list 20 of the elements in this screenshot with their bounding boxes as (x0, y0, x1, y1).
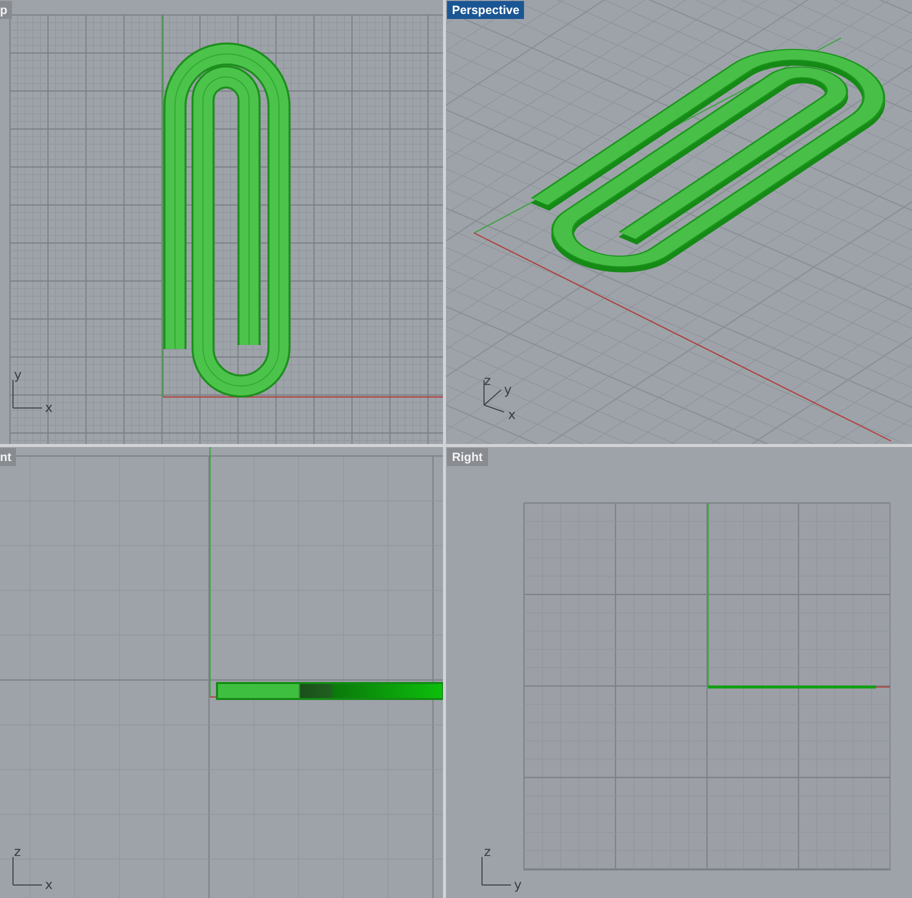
viewport[interactable]: nt z x (0, 447, 443, 898)
axis-label: y (514, 878, 522, 893)
axis-label: y (14, 368, 22, 383)
axis-label: x (45, 878, 53, 893)
axis-label: z (484, 374, 491, 389)
axis-label: z (14, 845, 21, 860)
axis-triad-icon (12, 856, 42, 886)
axis-label: x (45, 401, 53, 416)
y-axis-line (876, 686, 890, 688)
axis-label: z (484, 845, 491, 860)
viewport-tab[interactable]: nt (0, 448, 16, 466)
axis-label: x (508, 408, 516, 423)
viewport-tab[interactable]: Perspective (447, 1, 524, 19)
viewport[interactable]: Perspective z y x (446, 0, 912, 444)
viewport-tab[interactable]: p (0, 1, 12, 19)
viewport[interactable]: p y x (0, 0, 443, 444)
axis-label: y (504, 383, 512, 398)
axis-triad-icon (482, 856, 512, 886)
viewport-tab[interactable]: Right (447, 448, 488, 466)
axis-triad-icon (484, 380, 504, 412)
